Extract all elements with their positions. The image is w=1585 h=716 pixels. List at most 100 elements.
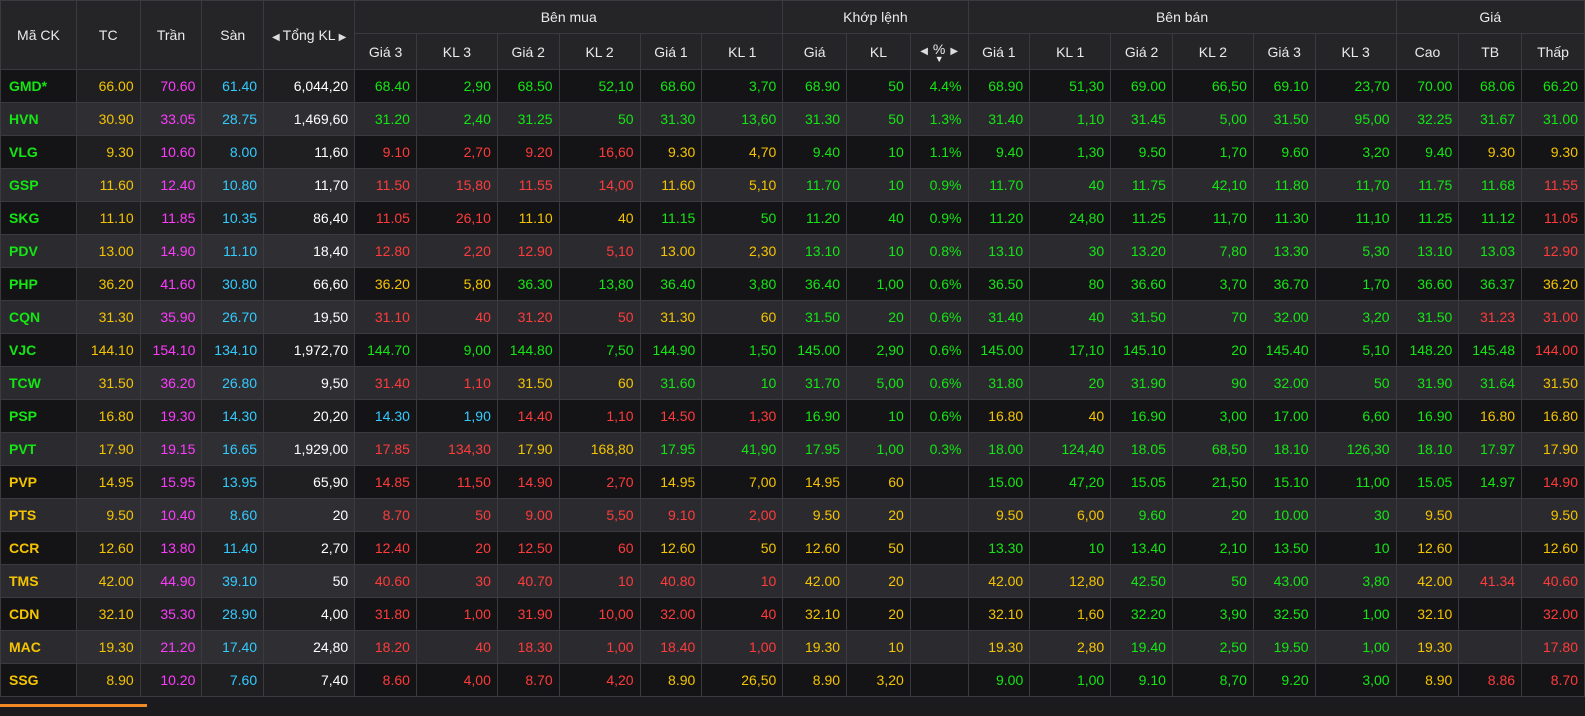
- table-row[interactable]: TCW 31.50 36.20 26.80 9,50 31.40 1,10 31.50 60 31…: [0, 366, 1585, 400]
- col-san[interactable]: Sàn: [201, 0, 265, 70]
- sell-price-3-cell: 11.80: [1252, 168, 1316, 202]
- table-row[interactable]: GSP 11.60 12.40 10.80 11,70 11.50 15,80 11.55 14…: [0, 168, 1585, 202]
- symbol-cell[interactable]: MAC: [0, 630, 77, 664]
- sell-vol-1-cell: 30: [1029, 234, 1112, 268]
- buy-price-1-cell: 31.30: [639, 300, 703, 334]
- col-low[interactable]: Thấp: [1521, 33, 1585, 70]
- table-row[interactable]: PDV 13.00 14.90 11.10 18,40 12.80 2,20 12.90 5,1…: [0, 234, 1585, 268]
- symbol-cell[interactable]: VLG: [0, 135, 77, 169]
- tc-cell: 30.90: [75, 102, 141, 136]
- sell-price-1-cell: 19.30: [967, 630, 1031, 664]
- table-row[interactable]: PTS 9.50 10.40 8.60 20 8.70 50 9.00 5,50 9.10 2,00…: [0, 498, 1585, 532]
- match-price-cell: 19.30: [782, 630, 848, 664]
- sell-vol-3-cell: 5,30: [1314, 234, 1397, 268]
- symbol-cell[interactable]: GMD*: [0, 69, 77, 103]
- symbol-cell[interactable]: PSP: [0, 399, 77, 433]
- table-row[interactable]: PVT 17.90 19.15 16.65 1,929,00 17.85 134,30 17.…: [0, 432, 1585, 466]
- table-row[interactable]: PHP 36.20 41.60 30.80 66,60 36.20 5,80 36.30 13,…: [0, 267, 1585, 301]
- buy-price-1-cell: 13.00: [639, 234, 703, 268]
- symbol-cell[interactable]: VJC: [0, 333, 77, 367]
- table-row[interactable]: TMS 42.00 44.90 39.10 50 40.60 30 40.70 10 40.80 1…: [0, 564, 1585, 598]
- avg-cell: 11.68: [1458, 168, 1523, 202]
- sell-vol-1-cell: 1,60: [1029, 597, 1112, 631]
- col-sell-vol-2[interactable]: KL 2: [1171, 33, 1254, 70]
- col-sell-price-2[interactable]: Giá 2: [1110, 33, 1173, 70]
- symbol-cell[interactable]: PVP: [0, 465, 77, 499]
- table-row[interactable]: VJC 144.10 154.10 134.10 1,972,70 144.70 9,00 1…: [0, 333, 1585, 367]
- low-cell: 31.50: [1521, 366, 1585, 400]
- pct-right-icon[interactable]: ▶: [947, 46, 961, 57]
- col-match-vol[interactable]: KL: [846, 33, 911, 70]
- table-row[interactable]: CQN 31.30 35.90 26.70 19,50 31.10 40 31.20 50 31.…: [0, 300, 1585, 334]
- table-row[interactable]: PVP 14.95 15.95 13.95 65,90 14.85 11,50 14.90 2,…: [0, 465, 1585, 499]
- sort-desc-icon[interactable]: ▼: [933, 55, 945, 64]
- col-avg[interactable]: TB: [1458, 33, 1523, 70]
- table-row[interactable]: PSP 16.80 19.30 14.30 20,20 14.30 1,90 14.40 1,1…: [0, 399, 1585, 433]
- buy-vol-2-cell: 5,10: [558, 234, 641, 268]
- avg-cell: 41.34: [1458, 564, 1523, 598]
- scroll-right-icon[interactable]: ▶: [336, 32, 350, 43]
- col-sell-price-1[interactable]: Giá 1: [967, 33, 1031, 70]
- symbol-cell[interactable]: SKG: [0, 201, 77, 235]
- high-cell: 11.25: [1395, 201, 1460, 235]
- symbol-cell[interactable]: PDV: [0, 234, 77, 268]
- buy-price-3-cell: 36.20: [354, 267, 417, 301]
- col-tran[interactable]: Trần: [139, 0, 203, 70]
- table-row[interactable]: GMD* 66.00 70.60 61.40 6,044,20 68.40 2,90 68.5…: [0, 69, 1585, 103]
- sell-vol-2-cell: 20: [1171, 333, 1254, 367]
- sell-price-1-cell: 31.40: [967, 102, 1031, 136]
- col-buy-price-1[interactable]: Giá 1: [639, 33, 703, 70]
- symbol-cell[interactable]: HVN: [0, 102, 77, 136]
- scroll-left-icon[interactable]: ◀: [269, 32, 283, 43]
- col-tc[interactable]: TC: [75, 0, 141, 70]
- table-row[interactable]: VLG 9.30 10.60 8.00 11,60 9.10 2,70 9.20 16,60 9.…: [0, 135, 1585, 169]
- symbol-cell[interactable]: PHP: [0, 267, 77, 301]
- symbol-cell[interactable]: PVT: [0, 432, 77, 466]
- table-row[interactable]: SSG 8.90 10.20 7.60 7,40 8.60 4,00 8.70 4,20 8.90…: [0, 663, 1585, 697]
- col-total-vol-label: Tổng KL: [282, 27, 336, 43]
- buy-price-3-cell: 12.40: [354, 531, 417, 565]
- total-vol-cell: 4,00: [263, 597, 356, 631]
- table-row[interactable]: MAC 19.30 21.20 17.40 24,80 18.20 40 18.30 1,00 1…: [0, 630, 1585, 664]
- col-buy-price-2[interactable]: Giá 2: [496, 33, 560, 70]
- symbol-cell[interactable]: CDN: [0, 597, 77, 631]
- sell-price-3-cell: 18.10: [1252, 432, 1316, 466]
- table-row[interactable]: CCR 12.60 13.80 11.40 2,70 12.40 20 12.50 60 12.6…: [0, 531, 1585, 565]
- buy-vol-1-cell: 50: [701, 201, 784, 235]
- col-sell-vol-3[interactable]: KL 3: [1314, 33, 1397, 70]
- col-total-vol[interactable]: ◀ Tổng KL ▶: [263, 0, 356, 70]
- buy-price-3-cell: 12.80: [354, 234, 417, 268]
- symbol-cell[interactable]: GSP: [0, 168, 77, 202]
- symbol-cell[interactable]: CQN: [0, 300, 77, 334]
- col-buy-vol-1[interactable]: KL 1: [701, 33, 784, 70]
- match-pct-cell: [909, 597, 969, 631]
- sell-price-1-cell: 32.10: [967, 597, 1031, 631]
- match-vol-cell: 1,00: [846, 432, 911, 466]
- table-row[interactable]: HVN 30.90 33.05 28.75 1,469,60 31.20 2,40 31.25…: [0, 102, 1585, 136]
- col-buy-vol-2[interactable]: KL 2: [558, 33, 641, 70]
- san-cell: 11.10: [201, 234, 265, 268]
- symbol-cell[interactable]: PTS: [0, 498, 77, 532]
- buy-price-3-cell: 68.40: [354, 69, 417, 103]
- table-row[interactable]: CDN 32.10 35.30 28.90 4,00 31.80 1,00 31.90 10,0…: [0, 597, 1585, 631]
- col-buy-vol-3[interactable]: KL 3: [415, 33, 498, 70]
- col-high[interactable]: Cao: [1395, 33, 1460, 70]
- col-symbol[interactable]: Mã CK: [0, 0, 77, 70]
- buy-price-1-cell: 31.30: [639, 102, 703, 136]
- pct-left-icon[interactable]: ◀: [917, 46, 931, 57]
- high-cell: 12.60: [1395, 531, 1460, 565]
- sell-vol-1-cell: 10: [1029, 531, 1112, 565]
- symbol-cell[interactable]: CCR: [0, 531, 77, 565]
- symbol-cell[interactable]: SSG: [0, 663, 77, 697]
- low-cell: 11.55: [1521, 168, 1585, 202]
- col-match-pct[interactable]: ◀ % ▼ ▶: [909, 33, 969, 70]
- match-price-cell: 9.50: [782, 498, 848, 532]
- table-row[interactable]: SKG 11.10 11.85 10.35 86,40 11.05 26,10 11.10 40…: [0, 201, 1585, 235]
- col-match-price[interactable]: Giá: [782, 33, 848, 70]
- col-sell-vol-1[interactable]: KL 1: [1029, 33, 1112, 70]
- col-buy-price-3[interactable]: Giá 3: [354, 33, 417, 70]
- symbol-cell[interactable]: TCW: [0, 366, 77, 400]
- symbol-cell[interactable]: TMS: [0, 564, 77, 598]
- buy-vol-2-cell: 2,70: [558, 465, 641, 499]
- col-sell-price-3[interactable]: Giá 3: [1252, 33, 1316, 70]
